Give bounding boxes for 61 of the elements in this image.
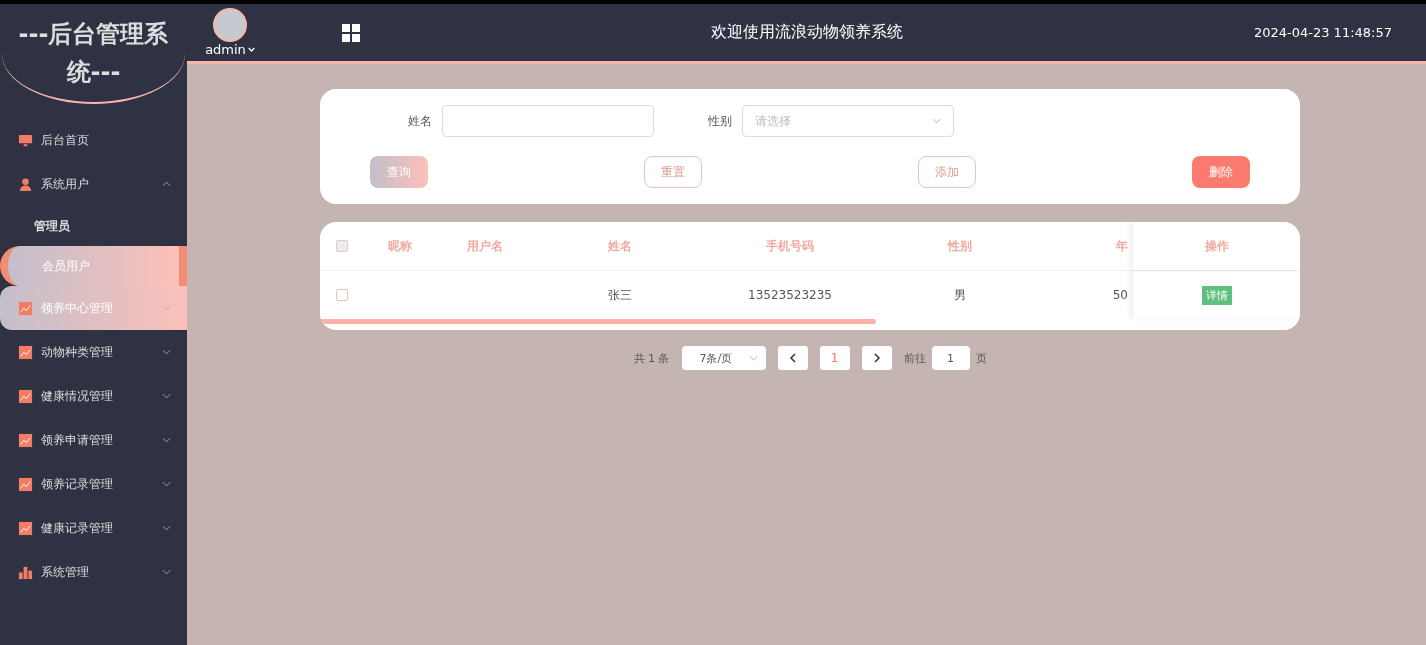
sidebar-item[interactable]: 领养记录管理 bbox=[0, 462, 187, 506]
chevron-down-icon bbox=[748, 355, 758, 361]
checkbox[interactable] bbox=[336, 240, 348, 252]
column-header: 昵称 bbox=[387, 237, 413, 255]
chevron-down-icon bbox=[162, 437, 171, 443]
chevron-down-icon bbox=[162, 481, 171, 487]
total-count: 共 1 条 bbox=[633, 350, 670, 366]
table-cell-text: 张三 bbox=[607, 286, 633, 304]
user-menu[interactable]: admin bbox=[205, 42, 255, 57]
line-chart-icon bbox=[18, 388, 33, 404]
table-cell-text: 男 bbox=[953, 286, 967, 304]
user-icon bbox=[18, 176, 33, 192]
sidebar-item[interactable]: 系统用户 bbox=[0, 162, 187, 206]
field-label: 性别 bbox=[707, 112, 732, 130]
datetime: 2024-04-23 11:48:57 bbox=[1253, 25, 1392, 40]
column-header: 姓名 bbox=[607, 237, 633, 255]
grid-menu-icon[interactable] bbox=[341, 22, 361, 43]
chevron-down-icon bbox=[162, 305, 171, 311]
column-header: 手机号码 bbox=[765, 237, 815, 255]
chevron-up-icon bbox=[162, 181, 171, 187]
column-header: 性别 bbox=[946, 237, 973, 255]
scrollbar[interactable] bbox=[320, 319, 876, 324]
sidebar-item[interactable]: 健康记录管理 bbox=[0, 506, 187, 550]
monitor-icon bbox=[18, 132, 33, 148]
checkbox[interactable] bbox=[336, 289, 348, 301]
caret-icon bbox=[247, 47, 255, 52]
page-size-select[interactable]: 7条/页 bbox=[681, 346, 766, 370]
sidebar-item[interactable]: 后台首页 bbox=[0, 118, 187, 162]
header-title: 欢迎使用流浪动物领养系统 bbox=[710, 22, 905, 43]
chevron-down-icon bbox=[932, 118, 941, 124]
avatar[interactable] bbox=[213, 8, 247, 42]
chevron-down-icon bbox=[162, 569, 171, 575]
input-field[interactable] bbox=[442, 105, 654, 137]
sidebar-item[interactable]: 动物种类管理 bbox=[0, 330, 187, 374]
chevron-down-icon bbox=[162, 525, 171, 531]
chevron-left-icon bbox=[788, 353, 797, 363]
line-chart-icon bbox=[18, 520, 33, 536]
chevron-right-icon bbox=[872, 353, 881, 363]
goto-suffix: 页 bbox=[975, 350, 987, 366]
table-cell-text: 13523523235 bbox=[747, 288, 833, 302]
page-input[interactable]: 1 bbox=[931, 346, 970, 370]
line-chart-icon bbox=[18, 432, 33, 448]
line-chart-icon bbox=[18, 476, 33, 492]
column-header: 操作 bbox=[1204, 237, 1229, 255]
sidebar-item[interactable]: 健康情况管理 bbox=[0, 374, 187, 418]
line-chart-icon bbox=[18, 344, 33, 360]
column-header: 年 bbox=[1115, 237, 1129, 255]
table-cell-text: 50 bbox=[1111, 288, 1129, 302]
bar-chart-icon bbox=[18, 564, 33, 580]
sidebar-item[interactable]: 领养申请管理 bbox=[0, 418, 187, 462]
field-label: 姓名 bbox=[407, 112, 432, 130]
line-chart-icon bbox=[18, 300, 33, 316]
chevron-down-icon bbox=[162, 393, 171, 399]
sidebar-subitem[interactable]: 管理员 bbox=[0, 206, 187, 246]
previous-page-button[interactable] bbox=[777, 346, 808, 370]
sidebar-item[interactable]: 系统管理 bbox=[0, 550, 187, 594]
next-page-button[interactable] bbox=[861, 346, 892, 370]
logo-title: ---后台管理系统--- bbox=[2, 4, 185, 104]
goto-label: 前往 bbox=[903, 350, 926, 366]
chevron-down-icon bbox=[162, 349, 171, 355]
column-header: 用户名 bbox=[466, 237, 504, 255]
